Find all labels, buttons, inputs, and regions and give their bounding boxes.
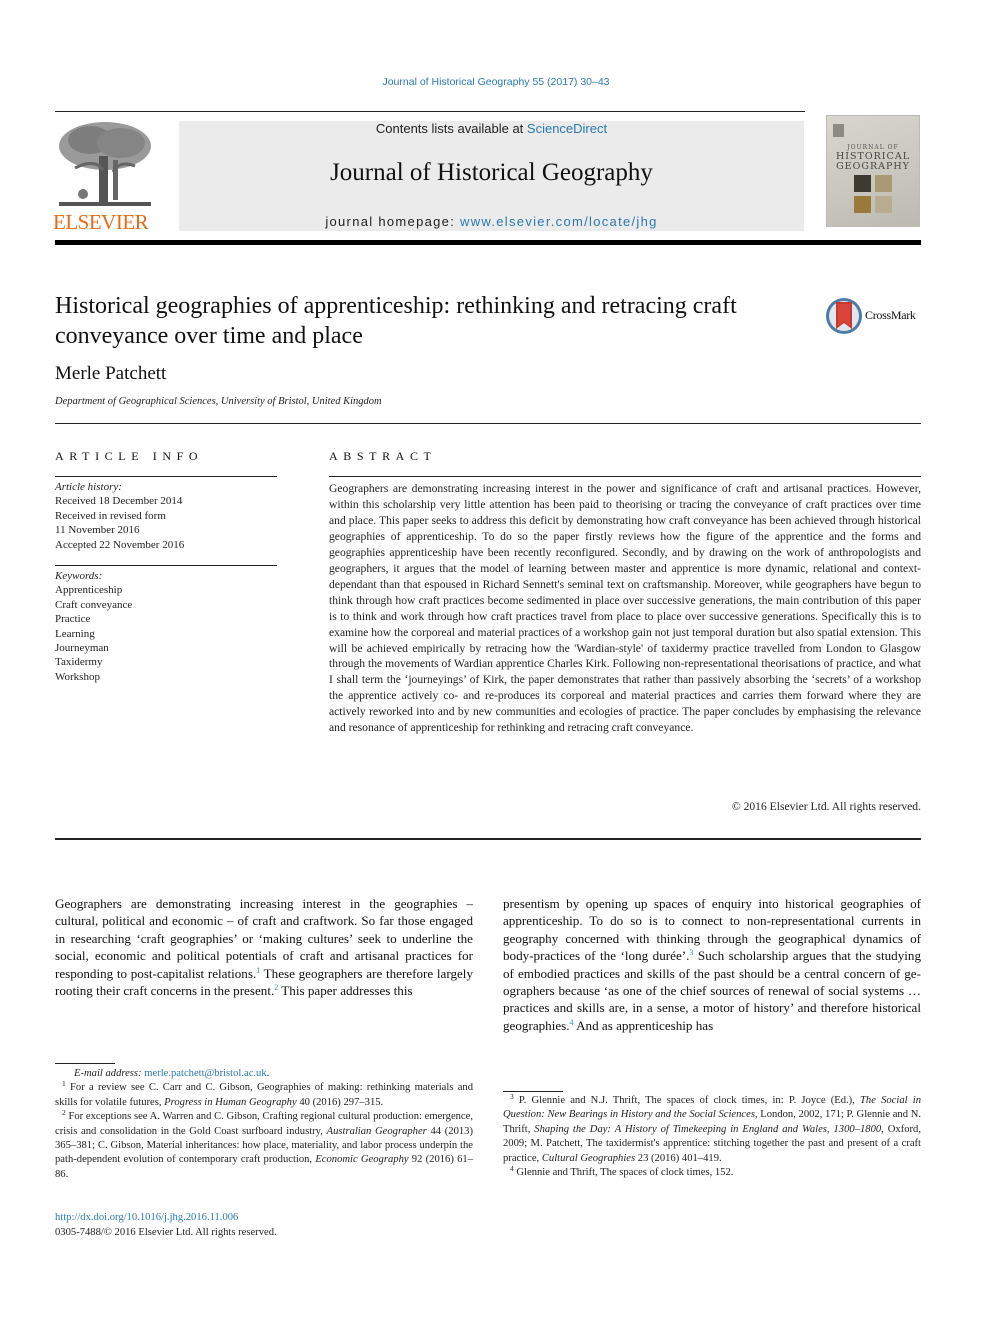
author-name: Merle Patchett: [55, 363, 167, 384]
journal-cover-thumbnail[interactable]: JOURNAL OF HISTORICAL GEOGRAPHY: [826, 115, 920, 227]
email-link[interactable]: merle.patchett@bristol.ac.uk: [144, 1068, 266, 1079]
contents-line: Contents lists available at ScienceDirec…: [375, 121, 608, 136]
journal-title: Journal of Historical Geography: [330, 159, 653, 186]
history-item: Accepted 22 November 2016: [55, 538, 185, 551]
homepage-link[interactable]: www.elsevier.com/locate/jhg: [460, 214, 658, 229]
cover-image-tile: [875, 175, 892, 192]
elsevier-logo[interactable]: ELSEVIER: [53, 118, 157, 234]
footnote-2: 2 For exceptions see A. Warren and C. Gi…: [55, 1108, 474, 1180]
article-info-heading: ARTICLE INFO: [55, 449, 204, 463]
cover-title: HISTORICAL GEOGRAPHY: [835, 151, 910, 172]
keyword: Craft conveyance: [55, 598, 133, 611]
history-item: Received in revised form: [55, 509, 166, 522]
keywords-label: Keywords:: [55, 570, 103, 582]
elsevier-tree-icon: [59, 122, 151, 206]
footnote-1: 1 For a review see C. Carr and C. Gibson…: [55, 1079, 473, 1108]
keyword: Workshop: [55, 670, 100, 683]
doi-block: http://dx.doi.org/10.1016/j.jhg.2016.11.…: [55, 1210, 277, 1240]
journal-header-box: Contents lists available at ScienceDirec…: [179, 121, 804, 231]
elsevier-wordmark: ELSEVIER: [53, 210, 149, 234]
cover-line-1: JOURNAL OF: [847, 144, 899, 151]
divider: [55, 838, 921, 840]
abstract-copyright: © 2016 Elsevier Ltd. All rights reserved…: [731, 800, 921, 813]
footnotes-left: E-mail address: merle.patchett@bristol.a…: [55, 1067, 473, 1182]
footnote-4: 4 Glennie and Thrift, The spaces of cloc…: [510, 1164, 734, 1179]
keywords-list: Keywords: Apprenticeship Craft conveyanc…: [55, 569, 277, 684]
crossmark-label: CrossMark: [865, 308, 916, 322]
keyword: Practice: [55, 613, 91, 626]
cover-emblem-icon: [833, 124, 844, 137]
keyword: Taxidermy: [55, 656, 103, 669]
abstract-text: Geographers are demonstrating increasing…: [329, 482, 921, 735]
keyword: Apprenticeship: [55, 584, 123, 597]
body-column-right: presentism by opening up spaces of enqui…: [503, 896, 922, 1033]
footnotes-right: 3 P. Glennie and N.J. Thrift, The spaces…: [503, 1092, 921, 1180]
author-affiliation: Department of Geographical Sciences, Uni…: [55, 396, 382, 407]
email-footnote: E-mail address: merle.patchett@bristol.a…: [74, 1068, 270, 1079]
footnote-3: 3 P. Glennie and N.J. Thrift, The spaces…: [503, 1092, 921, 1164]
header-rule: [55, 111, 805, 112]
crossmark-icon: [826, 298, 862, 334]
cover-image-tile: [875, 196, 892, 213]
article-history: Article history: Received 18 December 20…: [55, 480, 277, 552]
header-thick-rule: [55, 240, 921, 245]
keyword: Journeyman: [55, 642, 109, 655]
issn-line: 0305-7488/© 2016 Elsevier Ltd. All right…: [55, 1227, 277, 1238]
divider: [55, 476, 277, 477]
keyword: Learning: [55, 627, 95, 640]
divider: [55, 423, 921, 424]
body-column-left: Geographers are demonstrating increasing…: [55, 896, 473, 999]
cover-image-tile: [854, 196, 871, 213]
cover-image-tile: [854, 175, 871, 192]
crossmark-button[interactable]: CrossMark: [825, 296, 925, 336]
history-item: 11 November 2016: [55, 524, 140, 537]
journal-citation[interactable]: Journal of Historical Geography 55 (2017…: [0, 76, 992, 88]
journal-homepage: journal homepage: www.elsevier.com/locat…: [325, 214, 658, 229]
divider: [55, 565, 277, 566]
doi-link[interactable]: http://dx.doi.org/10.1016/j.jhg.2016.11.…: [55, 1210, 277, 1225]
divider: [329, 476, 921, 477]
sciencedirect-link[interactable]: ScienceDirect: [527, 121, 607, 136]
article-title: Historical geographies of apprenticeship…: [55, 293, 737, 349]
history-label: Article history:: [55, 481, 122, 493]
footnote-rule: [55, 1063, 115, 1064]
abstract-heading: ABSTRACT: [329, 449, 437, 463]
history-item: Received 18 December 2014: [55, 495, 183, 508]
